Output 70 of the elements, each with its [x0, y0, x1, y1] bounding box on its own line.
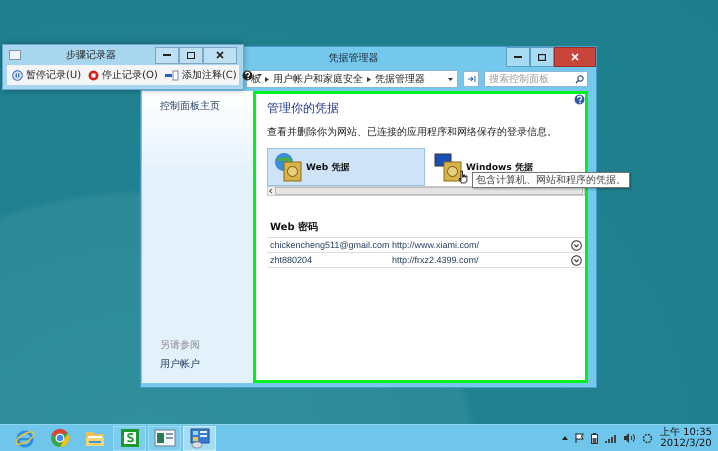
minimize-icon [514, 56, 522, 58]
breadcrumb-separator-icon [265, 76, 269, 82]
stop-icon [88, 70, 100, 80]
search-icon [575, 75, 584, 84]
browser-ball-icon[interactable] [48, 427, 70, 449]
breadcrumb-separator-icon [367, 76, 371, 82]
keyboard-icon[interactable] [642, 432, 653, 444]
close-button[interactable] [554, 47, 596, 67]
address-bar[interactable]: 板 用户帐户和家庭安全 凭据管理器 [246, 70, 458, 88]
minimize-icon [163, 54, 171, 56]
dropdown-caret-icon[interactable] [256, 74, 262, 76]
tooltip: 包含计算机、网站和程序的凭据。 [472, 172, 630, 188]
taskbar-button[interactable] [148, 426, 181, 450]
see-also-link[interactable]: 用户帐户 [160, 357, 253, 371]
section-title: Web 密码 [270, 220, 320, 234]
pause-icon [12, 70, 23, 80]
app-icon [9, 50, 21, 60]
credential-site: http://frxz2.4399.com/ [392, 255, 480, 265]
page-heading: 管理你的凭据 [267, 100, 340, 117]
page-description: 查看并删除你为网站、已连接的应用程序和网络保存的登录信息。 [267, 126, 558, 139]
minimize-button[interactable] [155, 46, 179, 64]
taskbar-button[interactable] [113, 426, 146, 450]
credential-category-tile[interactable]: Web 凭据 [267, 148, 425, 186]
sidebar-link[interactable]: 控制面板主页 [160, 99, 253, 113]
dropdown-caret-icon[interactable] [448, 78, 453, 80]
stop-recording-button[interactable]: 停止记录(O) [86, 68, 160, 82]
credential-site: http://www.xiami.com/ [392, 240, 480, 250]
flag-icon[interactable] [575, 433, 584, 443]
refresh-button[interactable] [463, 71, 479, 87]
globe-safe-icon [274, 152, 304, 182]
close-icon [571, 53, 579, 61]
breadcrumb-item[interactable]: 用户帐户和家庭安全 [273, 72, 363, 86]
spreadsheet-app-icon[interactable] [120, 428, 140, 448]
search-field[interactable]: 搜索控制面板 [484, 71, 588, 87]
breadcrumb-item[interactable]: 凭据管理器 [375, 72, 425, 86]
speaker-icon[interactable] [624, 433, 635, 443]
show-hidden-icons-icon[interactable] [562, 436, 568, 440]
expand-chevron-icon[interactable] [571, 254, 582, 266]
clock-date: 2012/3/20 [660, 438, 712, 449]
clock[interactable]: 上午 10:35 2012/3/20 [660, 427, 712, 449]
signal-bars-icon[interactable] [605, 434, 617, 442]
pause-recording-button[interactable]: 暂停记录(U) [10, 68, 84, 82]
breadcrumb-item[interactable]: 板 [251, 72, 261, 86]
minimize-button[interactable] [506, 47, 530, 67]
see-also-heading: 另请参阅 [160, 338, 201, 352]
clock-time: 上午 10:35 [660, 427, 712, 438]
maximize-icon [538, 54, 546, 60]
maximize-icon [187, 52, 195, 58]
battery-icon[interactable] [591, 432, 598, 444]
comment-recording-button[interactable]: 添加注释(C) [162, 68, 239, 82]
horizontal-scrollbar[interactable] [267, 186, 585, 196]
monitor-safe-icon [434, 152, 464, 182]
credential-user: chickencheng511@gmail.com [270, 240, 391, 250]
expand-chevron-icon[interactable] [571, 240, 582, 250]
control-panel-icon[interactable] [188, 427, 210, 449]
taskbar-button[interactable] [183, 426, 216, 450]
credential-user: zht880204 [270, 255, 314, 265]
help-icon[interactable] [242, 70, 253, 80]
window-icon[interactable] [154, 428, 176, 448]
maximize-button[interactable] [530, 47, 554, 67]
hand-cursor-icon [458, 170, 468, 184]
maximize-button[interactable] [179, 46, 203, 64]
close-button[interactable] [203, 46, 237, 64]
help-icon[interactable] [574, 94, 585, 105]
window-title: 凭据管理器 [328, 52, 378, 65]
close-icon [216, 51, 224, 59]
comment-icon [164, 70, 179, 80]
scroll-left-icon[interactable] [268, 188, 274, 194]
arrow-icon [466, 75, 476, 83]
window-title: 步骤记录器 [65, 48, 117, 62]
